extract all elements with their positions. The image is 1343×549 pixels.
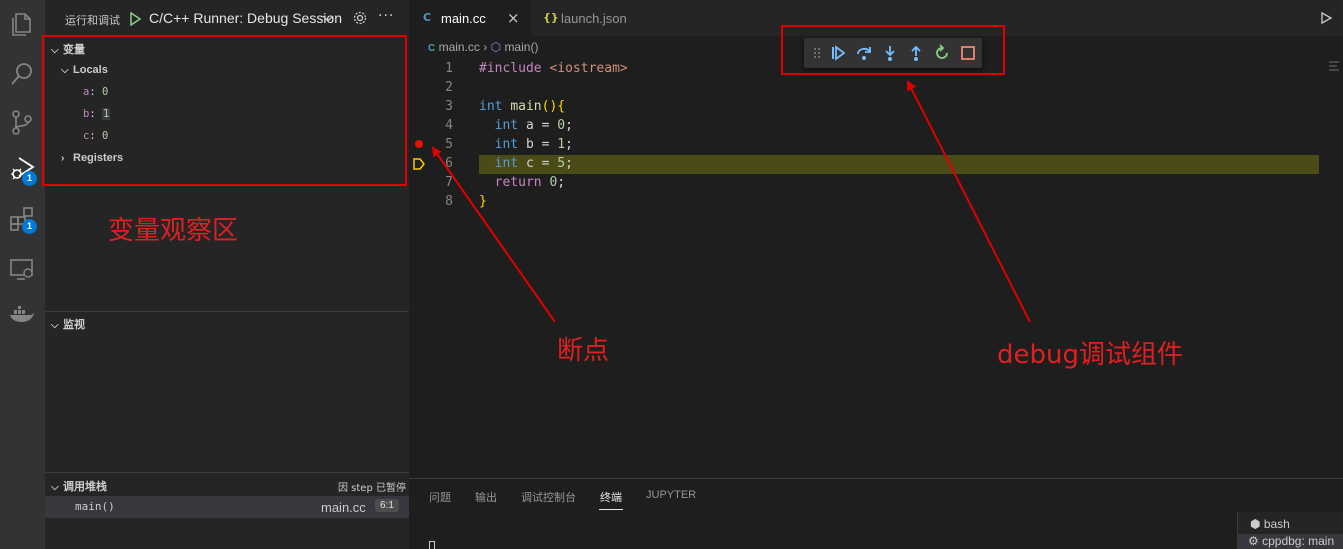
code-editor[interactable]: 1 #include <iostream> 2 3 int main(){ 4 in… [409, 58, 1343, 478]
frame-function: main() [75, 500, 115, 513]
activity-bar: 1 1 [0, 0, 45, 549]
minimap-icon [1329, 61, 1339, 71]
breadcrumb-file[interactable]: main.cc [439, 40, 480, 54]
close-icon[interactable]: × [507, 9, 520, 27]
toolbar-annotation: debug调试组件 [997, 340, 1183, 370]
terminal-icon: ⬢ [1250, 517, 1264, 531]
breadcrumb-symbol[interactable]: main() [504, 40, 538, 54]
chevron-right-icon: › [483, 40, 488, 54]
code-line: 4 int a = 0; [445, 118, 573, 133]
gear-icon[interactable] [353, 11, 367, 25]
json-file-icon: {} [543, 11, 559, 24]
breakpoint-icon[interactable] [414, 139, 424, 149]
run-code-icon[interactable] [1319, 11, 1333, 25]
code-line: 6 int c = 5; [445, 156, 573, 171]
chevron-down-icon: ⌵ [51, 320, 59, 331]
terminal-list: ⬢ bash ⚙ cppdbg: main [1237, 512, 1343, 549]
frame-position: 6:1 [375, 499, 399, 512]
files-icon[interactable] [8, 10, 36, 38]
code-line: 7 return 0; [445, 175, 566, 190]
code-line: 8} [445, 194, 487, 209]
code-line: 3 int main(){ [445, 99, 566, 114]
tab-debug-console[interactable]: 调试控制台 [521, 489, 576, 505]
chevron-down-icon[interactable] [322, 11, 334, 25]
tab-jupyter[interactable]: JUPYTER [646, 489, 696, 501]
sidebar-header: 运行和调试 C/C++ Runner: Debug Session ··· [45, 0, 409, 36]
tab-output[interactable]: 输出 [475, 489, 497, 505]
current-execution-icon [413, 158, 425, 170]
watch-section-header[interactable]: ⌵ 监视 [51, 316, 85, 332]
cpp-file-icon: C [428, 43, 436, 54]
call-stack-frame[interactable]: main() main.cc 6:1 [45, 496, 409, 518]
divider [45, 472, 409, 473]
tab-main-cc[interactable]: C main.cc × [409, 0, 531, 36]
toolbar-highlight-box [781, 25, 1005, 75]
symbol-method-icon: ⬡ [490, 40, 502, 54]
bottom-panel: 问题 输出 调试控制台 终端 JUPYTER ⬢ bash ⚙ cppdbg: … [409, 478, 1343, 549]
start-debug-icon[interactable] [129, 12, 141, 26]
cpp-file-icon: C [423, 11, 432, 24]
sidebar-title: 运行和调试 [65, 14, 120, 27]
chevron-down-icon: ⌵ [51, 482, 59, 493]
debug-badge: 1 [22, 171, 37, 186]
variables-annotation: 变量观察区 [108, 216, 239, 246]
terminal-item[interactable]: ⚙ cppdbg: main [1238, 534, 1343, 549]
extensions-badge: 1 [22, 219, 37, 234]
code-line: 5 int b = 1; [445, 137, 573, 152]
breakpoint-annotation: 断点 [557, 336, 610, 366]
call-stack-status: 因 step 已暂停 [338, 483, 406, 494]
call-stack-section-header[interactable]: ⌵ 调用堆栈 [51, 478, 107, 494]
remote-explorer-icon[interactable] [8, 255, 36, 283]
debug-config-select[interactable]: C/C++ Runner: Debug Session [149, 10, 344, 28]
active-tab-indicator [599, 509, 623, 510]
search-icon[interactable] [8, 60, 36, 88]
more-actions-icon[interactable]: ··· [378, 8, 394, 24]
code-line: 2 [445, 80, 453, 95]
terminal-cursor [429, 541, 435, 549]
divider [45, 311, 409, 312]
frame-file: main.cc [321, 500, 366, 515]
debug-icon: ⚙ [1248, 534, 1263, 548]
source-control-icon[interactable] [8, 108, 36, 136]
tab-terminal[interactable]: 终端 [600, 489, 622, 505]
variables-highlight-box [42, 35, 407, 186]
tab-launch-json[interactable]: {} launch.json [531, 0, 657, 36]
tab-problems[interactable]: 问题 [429, 489, 451, 505]
terminal-item[interactable]: ⬢ bash [1250, 517, 1290, 531]
breadcrumb: C main.cc › ⬡ main() [428, 40, 538, 54]
docker-icon[interactable] [8, 301, 36, 329]
